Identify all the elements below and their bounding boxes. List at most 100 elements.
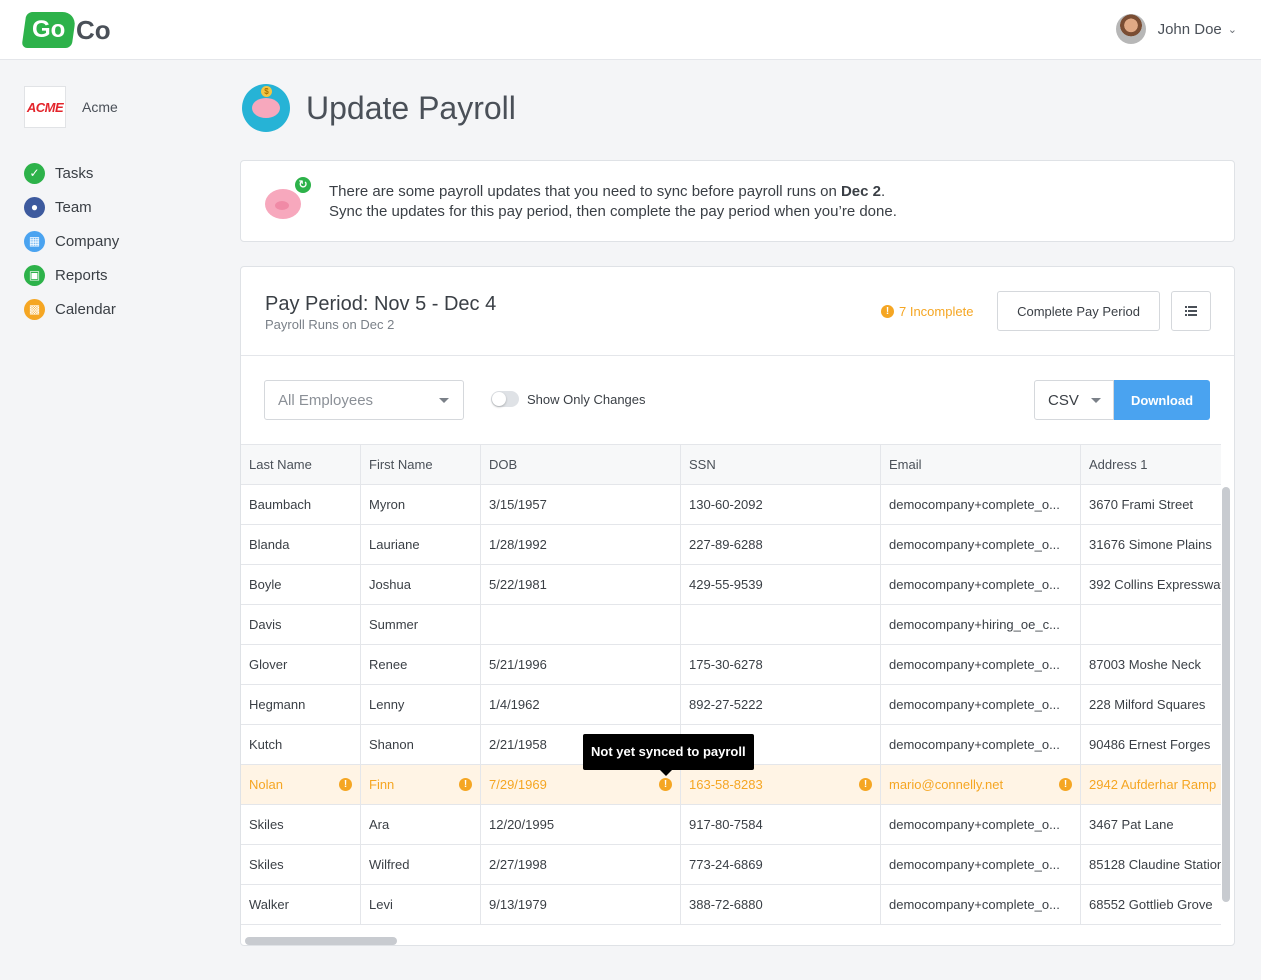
cell-text: Joshua <box>369 577 411 592</box>
table-cell: democompany+complete_o... <box>881 885 1081 924</box>
table-cell: 3/15/1957 <box>481 485 681 524</box>
cell-text: 1/28/1992 <box>489 537 547 552</box>
warning-icon[interactable]: ! <box>659 778 672 791</box>
cell-text: Shanon <box>369 737 414 752</box>
format-select[interactable]: CSV <box>1034 380 1114 420</box>
cell-text: mario@connelly.net <box>889 777 1004 792</box>
cell-text: Kutch <box>249 737 283 752</box>
column-header-email[interactable]: Email <box>881 445 1081 484</box>
table-row[interactable]: Boyle Joshua 5/22/1981 429-55-9539 democompa… <box>241 565 1221 605</box>
cell-text: Renee <box>369 657 408 672</box>
warning-icon[interactable]: ! <box>1059 778 1072 791</box>
table-cell: 2942 Aufderhar Ramp <box>1081 765 1221 804</box>
cell-text: 7/29/1969 <box>489 777 547 792</box>
table-row[interactable]: Walker Levi 9/13/1979 388-72-6880 democompan… <box>241 885 1221 925</box>
column-header-address[interactable]: Address 1 <box>1081 445 1221 484</box>
page-header: Update Payroll <box>242 84 516 132</box>
cell-text: 773-24-6869 <box>689 857 763 872</box>
sidebar-item-calendar[interactable]: ▩ Calendar <box>24 292 119 326</box>
table-row[interactable]: Skiles Wilfred 2/27/1998 773-24-6869 democom… <box>241 845 1221 885</box>
table-cell: Nolan! <box>241 765 361 804</box>
cell-text: democompany+complete_o... <box>889 817 1060 832</box>
cell-text: 163-58-8283 <box>689 777 763 792</box>
cell-text: 87003 Moshe Neck <box>1089 657 1202 672</box>
cell-text: 388-72-6880 <box>689 897 763 912</box>
show-changes-label: Show Only Changes <box>527 391 646 407</box>
table-row[interactable]: Baumbach Myron 3/15/1957 130-60-2092 democom… <box>241 485 1221 525</box>
show-changes-toggle[interactable]: Show Only Changes <box>491 391 646 407</box>
table-row[interactable]: Hegmann Lenny 1/4/1962 892-27-5222 democompa… <box>241 685 1221 725</box>
cell-text: 392 Collins Expressway <box>1089 577 1221 592</box>
warning-icon[interactable]: ! <box>339 778 352 791</box>
logo-go-text: Go <box>32 16 66 43</box>
cell-text: Lenny <box>369 697 405 712</box>
complete-pay-period-button[interactable]: Complete Pay Period <box>997 291 1160 331</box>
employee-filter-select[interactable]: All Employees <box>264 380 464 420</box>
table-row[interactable]: Glover Renee 5/21/1996 175-30-6278 democompa… <box>241 645 1221 685</box>
table-body: Baumbach Myron 3/15/1957 130-60-2092 democom… <box>241 485 1221 925</box>
column-header-last-name[interactable]: Last Name <box>241 445 361 484</box>
table-cell: 3467 Pat Lane <box>1081 805 1221 844</box>
column-header-ssn[interactable]: SSN <box>681 445 881 484</box>
sidebar-item-label: Team <box>55 198 92 216</box>
sidebar-item-team[interactable]: ● Team <box>24 190 119 224</box>
cell-text: Hegmann <box>249 697 306 712</box>
table-row[interactable]: Skiles Ara 12/20/1995 917-80-7584 democompan… <box>241 805 1221 845</box>
cell-text: democompany+complete_o... <box>889 537 1060 552</box>
cell-text: 12/20/1995 <box>489 817 555 832</box>
cell-text: democompany+complete_o... <box>889 577 1060 592</box>
table-cell: mario@connelly.net! <box>881 765 1081 804</box>
column-header-dob[interactable]: DOB <box>481 445 681 484</box>
table-cell: 90486 Ernest Forges <box>1081 725 1221 764</box>
column-header-first-name[interactable]: First Name <box>361 445 481 484</box>
table-cell: 12/20/1995 <box>481 805 681 844</box>
sidebar-item-reports[interactable]: ▣ Reports <box>24 258 119 292</box>
warning-icon[interactable]: ! <box>859 778 872 791</box>
sidebar-item-tasks[interactable]: ✓ Tasks <box>24 156 119 190</box>
table-cell <box>481 605 681 644</box>
table-row[interactable]: Nolan! Finn! 7/29/1969! 163-58-8283! mario@c… <box>241 765 1221 805</box>
cell-text: 85128 Claudine Station <box>1089 857 1221 872</box>
table-cell: Lauriane <box>361 525 481 564</box>
cell-text: 68552 Gottlieb Grove <box>1089 897 1213 912</box>
table-cell: democompany+complete_o... <box>881 685 1081 724</box>
table-cell: Glover <box>241 645 361 684</box>
table-cell: 2/27/1998 <box>481 845 681 884</box>
cell-text: 892-27-5222 <box>689 697 763 712</box>
pay-period-title: Pay Period: Nov 5 - Dec 4 <box>265 293 497 315</box>
sync-tooltip: Not yet synced to payroll <box>583 734 754 776</box>
download-button[interactable]: Download <box>1114 380 1210 420</box>
sidebar-item-label: Tasks <box>55 164 94 182</box>
table-cell: 130-60-2092 <box>681 485 881 524</box>
table-cell: democompany+complete_o... <box>881 725 1081 764</box>
vertical-scrollbar[interactable] <box>1222 487 1230 902</box>
table-row[interactable]: Davis Summer democompany+hiring_oe_c... <box>241 605 1221 645</box>
company-switcher[interactable]: ACME Acme <box>24 86 118 128</box>
cell-text: 31676 Simone Plains <box>1089 537 1212 552</box>
table-cell: Ara <box>361 805 481 844</box>
cell-text: Baumbach <box>249 497 312 512</box>
table-cell: 163-58-8283! <box>681 765 881 804</box>
sidebar-item-company[interactable]: ▦ Company <box>24 224 119 258</box>
cell-text: 5/22/1981 <box>489 577 547 592</box>
notice-text: There are some payroll updates that you … <box>329 182 897 222</box>
warning-icon[interactable]: ! <box>459 778 472 791</box>
incomplete-count[interactable]: ! 7 Incomplete <box>881 304 973 319</box>
table-row[interactable]: Blanda Lauriane 1/28/1992 227-89-6288 democo… <box>241 525 1221 565</box>
caret-down-icon <box>1091 398 1101 403</box>
table-cell: Lenny <box>361 685 481 724</box>
table-cell: 429-55-9539 <box>681 565 881 604</box>
table-cell: Shanon <box>361 725 481 764</box>
table-cell: democompany+complete_o... <box>881 525 1081 564</box>
table-cell: Joshua <box>361 565 481 604</box>
goco-logo[interactable]: Go Co <box>21 12 111 48</box>
cell-text: Skiles <box>249 857 284 872</box>
cell-text: Walker <box>249 897 289 912</box>
user-menu[interactable]: John Doe ⌄ <box>1115 14 1237 44</box>
list-menu-button[interactable] <box>1171 291 1211 331</box>
table-cell: 228 Milford Squares <box>1081 685 1221 724</box>
toggle-switch[interactable] <box>491 391 519 407</box>
horizontal-scrollbar[interactable] <box>245 937 397 945</box>
piggy-bank-icon <box>242 84 290 132</box>
table-cell: 392 Collins Expressway <box>1081 565 1221 604</box>
